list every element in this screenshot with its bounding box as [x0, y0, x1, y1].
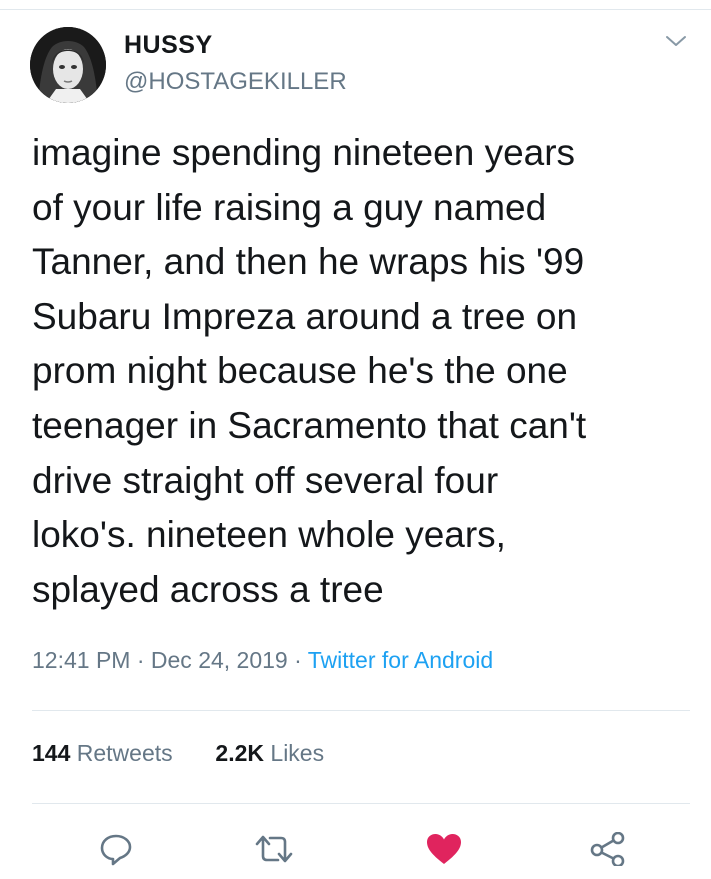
retweets-label: Retweets [76, 740, 173, 766]
tweet-metadata: 12:41 PM · Dec 24, 2019 · Twitter for An… [32, 647, 493, 674]
retweet-icon [255, 835, 293, 863]
tweet-line: prom night because he's the one [32, 350, 568, 392]
chevron-down-icon[interactable] [664, 32, 688, 50]
avatar[interactable] [30, 27, 106, 103]
avatar-photo-icon [30, 27, 106, 103]
tweet-line: loko's. nineteen whole years, [32, 514, 506, 556]
tweet-source-link[interactable]: Twitter for Android [308, 647, 493, 673]
divider [32, 803, 690, 804]
retweets-stat[interactable]: 144 Retweets [32, 740, 173, 766]
tweet-line: imagine spending nineteen years [32, 132, 576, 173]
likes-count: 2.2K [215, 740, 265, 766]
meta-separator: · [136, 647, 145, 673]
display-name[interactable]: HUSSY [124, 31, 213, 60]
share-button[interactable] [588, 830, 628, 868]
tweet-date[interactable]: Dec 24, 2019 [151, 647, 288, 673]
tweet-line: of your life raising a guy named [32, 186, 547, 228]
tweet-line: Tanner, and then he wraps his '99 [32, 241, 585, 283]
tweet-stats: 144 Retweets 2.2K Likes [32, 740, 324, 767]
tweet-line: drive straight off several four [32, 459, 499, 501]
top-border [0, 9, 711, 10]
retweet-button[interactable] [254, 830, 294, 868]
reply-button[interactable] [96, 830, 136, 868]
reply-icon [100, 834, 132, 866]
like-button[interactable] [424, 830, 464, 868]
heart-icon [427, 834, 461, 864]
tweet-line: Subaru Impreza around a tree on [32, 295, 578, 337]
likes-label: Likes [270, 740, 325, 766]
user-handle[interactable]: @HOSTAGEKILLER [124, 68, 347, 96]
likes-stat[interactable]: 2.2K Likes [215, 740, 324, 766]
retweets-count: 144 [32, 740, 71, 766]
divider [32, 710, 690, 711]
meta-separator: · [294, 647, 302, 673]
tweet-line: teenager in Sacramento that can't [32, 404, 587, 446]
tweet-time: 12:41 PM [32, 647, 131, 673]
tweet-line: splayed across a tree [32, 568, 384, 610]
share-icon [590, 832, 625, 866]
tweet-text: imagine spending nineteen years of your … [32, 126, 682, 617]
